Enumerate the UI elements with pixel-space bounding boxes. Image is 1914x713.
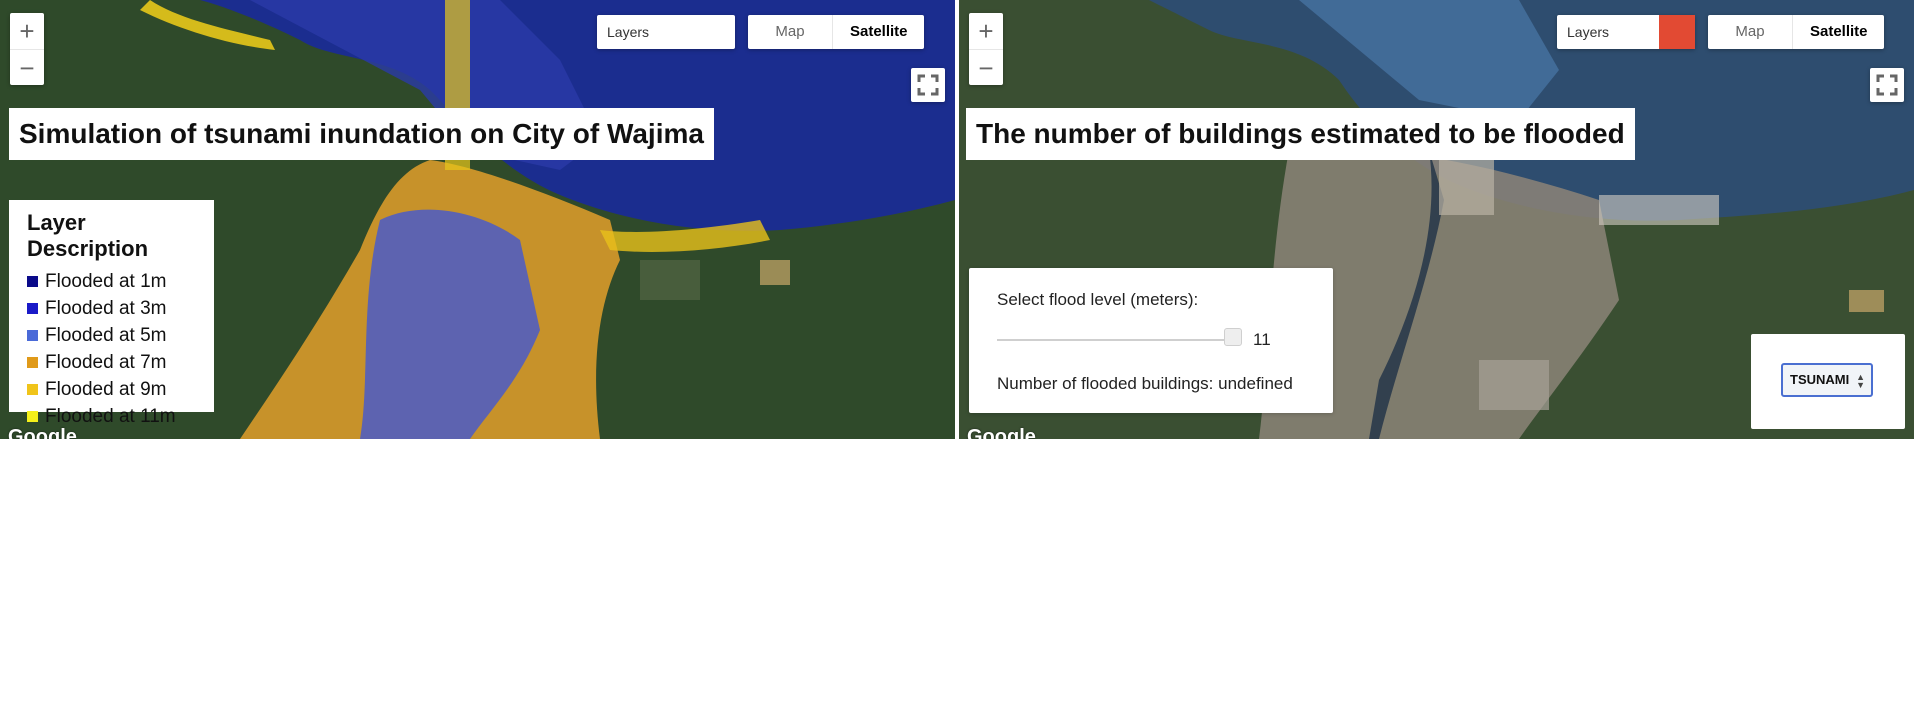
fullscreen-icon (1876, 74, 1898, 96)
legend-swatch (27, 276, 38, 287)
map-title: The number of buildings estimated to be … (966, 108, 1635, 160)
google-attribution[interactable]: Google (8, 426, 77, 439)
layer-legend: Layer Description Flooded at 1m Flooded … (9, 200, 214, 427)
legend-item: Flooded at 9m (27, 376, 196, 403)
flood-level-label: Select flood level (meters): (997, 290, 1199, 309)
zoom-in-button[interactable]: + (10, 13, 44, 49)
layers-dropdown[interactable]: Layers (597, 15, 735, 49)
scenario-select-value: TSUNAMI (1790, 372, 1850, 387)
flooded-buildings-count: Number of flooded buildings: undefined (997, 374, 1293, 393)
legend-label: Flooded at 7m (45, 352, 167, 373)
fullscreen-icon (917, 74, 939, 96)
legend-item: Flooded at 3m (27, 295, 196, 322)
map-type-map-button[interactable]: Map (748, 15, 833, 49)
layers-dropdown[interactable]: Layers (1557, 15, 1695, 49)
zoom-out-button[interactable]: − (10, 49, 44, 86)
legend-label: Flooded at 3m (45, 298, 167, 319)
legend-swatch (27, 303, 38, 314)
map-title: Simulation of tsunami inundation on City… (9, 108, 714, 160)
flood-level-slider-thumb[interactable] (1224, 328, 1242, 346)
fullscreen-button[interactable] (911, 68, 945, 102)
flood-level-value: 11 (1253, 330, 1271, 349)
fullscreen-button[interactable] (1870, 68, 1904, 102)
legend-swatch (27, 384, 38, 395)
scenario-select[interactable]: TSUNAMI ▲ ▼ (1781, 363, 1873, 397)
scenario-panel: TSUNAMI ▲ ▼ (1751, 334, 1905, 429)
zoom-control: + − (969, 13, 1003, 85)
legend-label: Flooded at 9m (45, 379, 167, 400)
legend-swatch (27, 330, 38, 341)
map-type-satellite-button[interactable]: Satellite (1793, 15, 1884, 49)
zoom-out-button[interactable]: − (969, 49, 1003, 86)
legend-heading: Layer Description (27, 210, 149, 261)
legend-swatch (27, 357, 38, 368)
select-arrows-icon: ▲ ▼ (1856, 372, 1865, 390)
legend-item: Flooded at 7m (27, 349, 196, 376)
legend-label: Flooded at 1m (45, 271, 167, 292)
legend-item: Flooded at 1m (27, 268, 196, 295)
map-type-map-button[interactable]: Map (1708, 15, 1793, 49)
layer-color-swatch (1659, 15, 1695, 49)
legend-item: Flooded at 5m (27, 322, 196, 349)
flood-level-panel: Select flood level (meters): 11 Number o… (969, 268, 1333, 413)
layers-label: Layers (607, 24, 650, 40)
left-map[interactable]: + − Layers Map Satellite Simulation of t… (0, 0, 955, 439)
layers-label: Layers (1567, 24, 1610, 40)
legend-label: Flooded at 5m (45, 325, 167, 346)
zoom-control: + − (10, 13, 44, 85)
flood-level-slider-track[interactable] (997, 339, 1227, 341)
map-type-control: Map Satellite (748, 15, 924, 49)
right-map[interactable]: + − Layers Map Satellite The number of b… (959, 0, 1914, 439)
legend-swatch (27, 411, 38, 422)
map-type-satellite-button[interactable]: Satellite (833, 15, 924, 49)
google-attribution[interactable]: Google (967, 426, 1036, 439)
zoom-in-button[interactable]: + (969, 13, 1003, 49)
map-type-control: Map Satellite (1708, 15, 1884, 49)
